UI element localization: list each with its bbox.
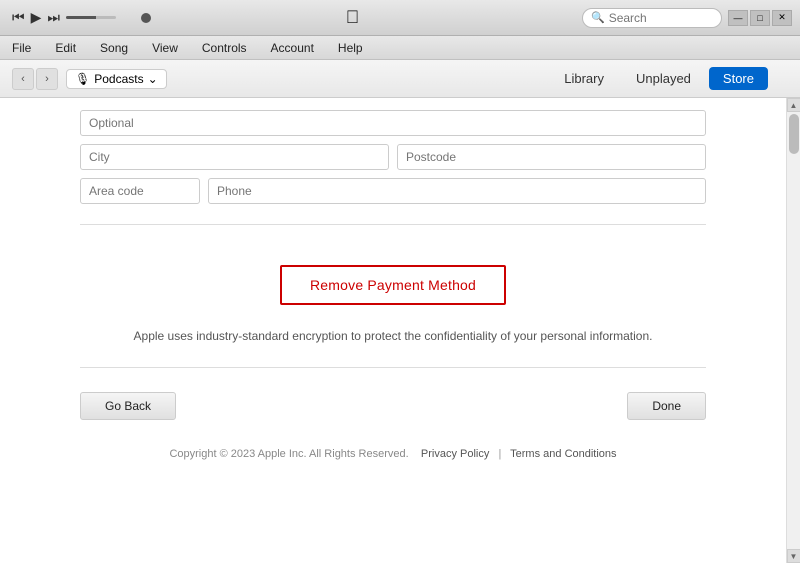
title-bar: ⏮ ▶ ⏭  🔍 — □ ✕ <box>0 0 800 36</box>
scroll-thumb[interactable] <box>789 114 799 154</box>
optional-input[interactable] <box>80 110 706 136</box>
podcast-label: Podcasts <box>94 72 143 86</box>
remove-payment-button[interactable]: Remove Payment Method <box>280 265 506 305</box>
encryption-notice: Apple uses industry-standard encryption … <box>80 321 706 351</box>
tab-unplayed[interactable]: Unplayed <box>622 67 705 90</box>
play-button[interactable]: ▶ <box>31 9 42 26</box>
menu-account[interactable]: Account <box>267 39 318 57</box>
city-postcode-row <box>80 144 706 170</box>
nav-arrows: ‹ › <box>12 68 58 90</box>
maximize-button[interactable]: □ <box>750 10 770 26</box>
scroll-down-arrow[interactable]: ▼ <box>787 549 800 563</box>
forward-button[interactable]: ⏭ <box>47 9 60 26</box>
volume-control[interactable] <box>66 13 123 23</box>
tab-store[interactable]: Store <box>709 67 768 90</box>
menu-song[interactable]: Song <box>96 39 132 57</box>
volume-knob[interactable] <box>141 13 151 23</box>
menu-bar: File Edit Song View Controls Account Hel… <box>0 36 800 60</box>
main-content: Remove Payment Method Apple uses industr… <box>0 98 800 563</box>
terms-link[interactable]: Terms and Conditions <box>510 448 616 460</box>
nav-tabs: Library Unplayed Store <box>550 67 768 90</box>
privacy-policy-link[interactable]: Privacy Policy <box>421 448 489 460</box>
city-input[interactable] <box>80 144 389 170</box>
postcode-input[interactable] <box>397 144 706 170</box>
area-code-input[interactable] <box>80 178 200 204</box>
menu-file[interactable]: File <box>8 39 35 57</box>
form-section <box>80 98 706 204</box>
divider-2 <box>80 367 706 368</box>
menu-help[interactable]: Help <box>334 39 367 57</box>
scrollbar[interactable]: ▲ ▼ <box>786 98 800 563</box>
scroll-up-arrow[interactable]: ▲ <box>787 98 800 112</box>
podcast-dropdown-icon: ⌄ <box>148 72 158 86</box>
search-icon: 🔍 <box>591 11 605 24</box>
transport-controls: ⏮ ▶ ⏭ <box>12 9 60 26</box>
menu-controls[interactable]: Controls <box>198 39 251 57</box>
footer: Copyright © 2023 Apple Inc. All Rights R… <box>80 436 706 468</box>
apple-logo:  <box>129 7 576 28</box>
tab-library[interactable]: Library <box>550 67 618 90</box>
podcast-selector[interactable]: 🎙 Podcasts ⌄ <box>66 69 167 89</box>
action-buttons: Go Back Done <box>80 384 706 436</box>
back-arrow-button[interactable]: ‹ <box>12 68 34 90</box>
menu-edit[interactable]: Edit <box>51 39 80 57</box>
podcast-icon: 🎙 <box>75 72 90 86</box>
done-button[interactable]: Done <box>627 392 706 420</box>
phone-row <box>80 178 706 204</box>
content-area: Remove Payment Method Apple uses industr… <box>0 98 786 563</box>
nav-bar: ‹ › 🎙 Podcasts ⌄ Library Unplayed Store <box>0 60 800 98</box>
search-box[interactable]: 🔍 <box>582 8 722 28</box>
search-input[interactable] <box>609 11 713 25</box>
remove-payment-section: Remove Payment Method <box>80 245 706 321</box>
window-buttons: — □ ✕ <box>728 10 792 26</box>
close-button[interactable]: ✕ <box>772 10 792 26</box>
minimize-button[interactable]: — <box>728 10 748 26</box>
copyright-text: Copyright © 2023 Apple Inc. All Rights R… <box>169 448 408 460</box>
phone-input[interactable] <box>208 178 706 204</box>
optional-row <box>80 110 706 136</box>
rewind-button[interactable]: ⏮ <box>12 9 25 26</box>
volume-line <box>66 16 116 19</box>
menu-view[interactable]: View <box>148 39 182 57</box>
divider-1 <box>80 224 706 225</box>
forward-arrow-button[interactable]: › <box>36 68 58 90</box>
footer-separator: | <box>498 448 501 460</box>
go-back-button[interactable]: Go Back <box>80 392 176 420</box>
scroll-track[interactable] <box>787 112 800 549</box>
